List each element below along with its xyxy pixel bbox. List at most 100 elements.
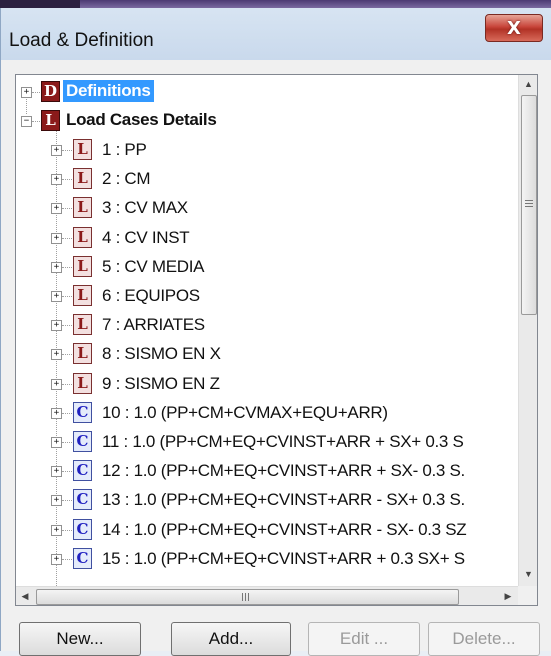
tree-node-load-case[interactable]: + L 3 : CV MAX [16,194,506,223]
tree-node-load-case[interactable]: + L 5 : CV MEDIA [16,253,506,282]
tree-node-label: 1 : PP [102,140,147,159]
tree-node-label: Load Cases Details [66,110,217,129]
tree-node-label: 7 : ARRIATES [102,315,205,335]
tree-node-load-case[interactable]: + L 7 : ARRIATES [16,311,506,340]
expand-icon[interactable]: + [51,524,62,536]
tree-connector [62,296,72,297]
tree-connector [62,354,72,356]
tree-node-combination[interactable]: + C 12 : 1.0 (PP+CM+EQ+CVINST+ARR + SX- 0.… [16,457,506,486]
close-icon: X [507,17,521,39]
load-group-icon: L [41,110,60,131]
title-bar[interactable]: Load & Definition X [0,8,551,60]
horizontal-scroll-thumb[interactable] [36,589,459,605]
scroll-down-arrow-icon[interactable]: ▼ [519,565,537,583]
tree-connector [62,325,72,327]
tree-node-label: 10 : 1.0 (PP+CM+CVMAX+EQU+ARR) [102,402,388,422]
expand-icon[interactable]: + [51,174,62,186]
tree-node-combination[interactable]: + C 10 : 1.0 (PP+CM+CVMAX+EQU+ARR) [16,399,506,428]
tree-node-label: 4 : CV INST [102,227,190,247]
tree-node-load-case[interactable]: + L 6 : EQUIPOS [16,282,506,311]
tree-node-label: 2 : CM [102,169,151,189]
horizontal-scrollbar[interactable]: ◀ ▶ [16,586,518,605]
load-case-icon: L [73,285,92,306]
expand-icon[interactable]: + [51,320,62,332]
tree-node-combination[interactable]: + C 13 : 1.0 (PP+CM+EQ+CVINST+ARR - SX+ 0.… [16,486,506,515]
tree-node-label: 15 : 1.0 (PP+CM+EQ+CVINST+ARR + 0.3 SX+ … [102,548,465,568]
tree-connector [62,266,72,268]
tree-node-label: 9 : SISMO EN Z [102,373,220,393]
load-case-icon: L [73,372,92,394]
scrollbar-corner [518,586,537,605]
tree-node-label: 11 : 1.0 (PP+CM+EQ+CVINST+ARR + SX+ 0.3 … [102,432,464,451]
tree-node-definitions[interactable]: + D Definitions [16,78,506,107]
tree-connector [62,412,72,414]
tree-node-combination[interactable]: + C 15 : 1.0 (PP+CM+EQ+CVINST+ARR + 0.3 SX… [16,545,506,574]
expand-icon[interactable]: + [51,349,62,361]
expand-icon[interactable]: + [51,437,62,448]
tree-node-label: 12 : 1.0 (PP+CM+EQ+CVINST+ARR + SX- 0.3 … [102,461,465,481]
tree-node-combination[interactable]: + C 11 : 1.0 (PP+CM+EQ+CVINST+ARR + SX+ 0.… [16,428,506,457]
window-top-edge [0,0,551,8]
scroll-left-arrow-icon[interactable]: ◀ [16,587,34,605]
scroll-right-arrow-icon[interactable]: ▶ [499,587,517,605]
tree-node-label: 13 : 1.0 (PP+CM+EQ+CVINST+ARR - SX+ 0.3 … [102,490,465,510]
close-button[interactable]: X [485,14,543,42]
thumb-grip [242,593,243,601]
combination-icon: C [73,460,92,482]
expand-icon[interactable]: + [51,407,62,419]
tree-node-label: Definitions [63,80,154,102]
thumb-grip [248,593,249,601]
combination-icon: C [73,401,92,423]
expand-icon[interactable]: + [51,291,62,302]
expand-icon[interactable]: + [51,145,62,156]
thumb-grip [245,593,246,601]
tree-node-label: 6 : EQUIPOS [102,286,200,305]
scroll-up-arrow-icon[interactable]: ▲ [519,75,537,93]
combination-icon: C [73,547,92,569]
dialog-client: + D Definitions − L Load Cases Details +… [0,60,551,656]
tree-node-load-case[interactable]: + L 2 : CM [16,165,506,194]
combination-icon: C [73,431,92,452]
tree-connector [62,237,72,239]
thumb-grip [525,200,533,201]
expand-icon[interactable]: + [51,466,62,478]
thumb-grip [525,206,533,207]
tree-node-label: 3 : CV MAX [102,198,188,218]
expand-icon[interactable]: + [51,378,62,390]
expand-icon[interactable]: + [51,232,62,244]
expand-icon[interactable]: + [51,203,62,215]
definition-icon: D [41,81,60,102]
tree-connector [62,179,72,181]
tree-node-load-case[interactable]: + L 9 : SISMO EN Z [16,370,506,399]
load-case-icon: L [73,226,92,248]
tree-connector [62,529,72,531]
tree-node-label: 5 : CV MEDIA [102,256,205,276]
load-definition-tree[interactable]: + D Definitions − L Load Cases Details +… [15,74,538,606]
vertical-scrollbar[interactable]: ▲ ▼ [518,75,537,586]
combination-icon: C [73,489,92,511]
tree-node-load-case[interactable]: + L 4 : CV INST [16,224,506,253]
collapse-icon[interactable]: − [21,116,32,127]
expand-icon[interactable]: + [51,261,62,273]
window-title: Load & Definition [9,30,154,51]
load-case-icon: L [73,197,92,219]
tree-connector [62,383,72,385]
tree-node-load-case[interactable]: + L 8 : SISMO EN X [16,340,506,369]
load-case-icon: L [73,255,92,277]
tree-connector [62,558,72,560]
expand-icon[interactable]: + [51,495,62,507]
tree-node-label: 8 : SISMO EN X [102,344,221,364]
tree-node-combination[interactable]: + C 14 : 1.0 (PP+CM+EQ+CVINST+ARR - SX- 0.… [16,516,506,545]
tree-connector [62,442,72,443]
tree-node-load-cases[interactable]: − L Load Cases Details [16,107,506,136]
window-top-edge-dark [0,0,80,8]
thumb-grip [525,203,533,204]
expand-icon[interactable]: + [51,553,62,565]
expand-icon[interactable]: + [21,87,32,98]
tree-connector [62,500,72,502]
tree-connector [62,471,72,473]
load-case-icon: L [73,343,92,365]
tree-node-load-case[interactable]: + L 1 : PP [16,136,506,165]
tree-node-label: 14 : 1.0 (PP+CM+EQ+CVINST+ARR - SX- 0.3 … [102,519,467,539]
vertical-scroll-thumb[interactable] [521,95,537,315]
